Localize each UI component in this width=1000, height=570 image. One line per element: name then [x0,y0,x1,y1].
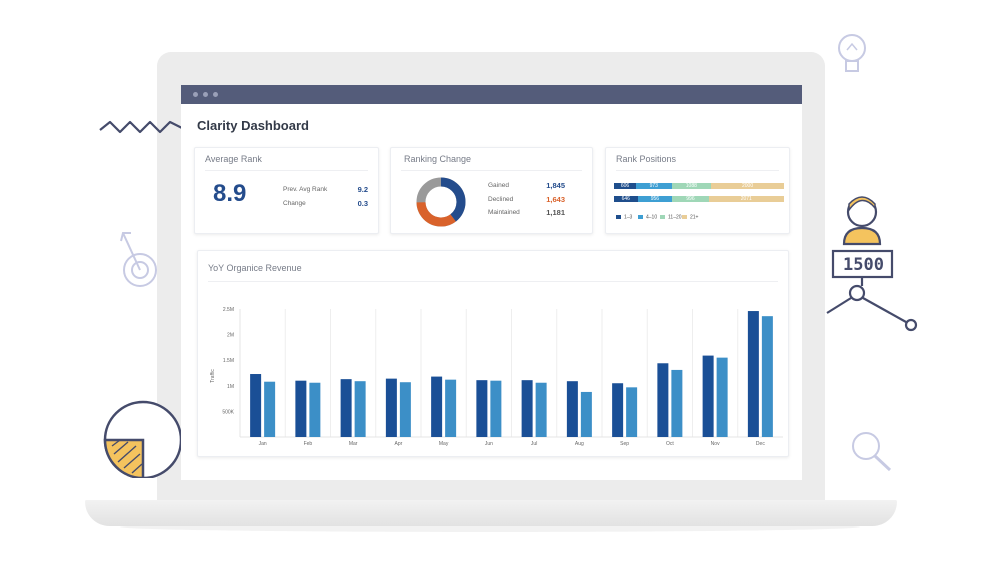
maintained-label: Maintained [488,209,520,216]
bar-feb-series-2 [309,382,321,437]
y-tick-label: 1.5M [223,358,234,364]
legend-item: 21+ [682,215,698,220]
divider [401,170,582,171]
bar-jan-series-2 [264,381,276,437]
x-tick-label: Dec [756,441,765,447]
ranking-change-card: Ranking Change Gained 1,845 Declined 1,6… [390,147,593,234]
card-title: Average Rank [205,154,262,164]
page-title: Clarity Dashboard [197,118,309,133]
gained-value: 1,845 [546,181,565,190]
divider [205,170,368,171]
x-tick-label: Apr [394,441,402,447]
bar-may-series-1 [431,376,443,437]
prev-rank-label: Prev. Avg Rank [283,186,328,193]
rank-positions-card: Rank Positions 606 973 1088 2000 646 956 996 20… [605,147,790,234]
legend-item: 11–20 [660,215,682,220]
gained-label: Gained [488,182,509,189]
change-value: 0.3 [357,199,368,208]
bar-oct-series-2 [671,369,683,437]
x-tick-label: Mar [349,441,358,447]
pie-chart-icon [103,400,183,478]
bar-feb-series-1 [295,380,307,437]
bar-aug-series-2 [580,391,592,437]
rank-position-segment: 956 [637,196,673,202]
x-tick-label: Aug [575,441,584,447]
rank-position-segment: 646 [614,196,638,202]
ranking-donut-chart [416,177,466,227]
rank-position-segment: 2071 [708,196,784,202]
bar-nov-series-2 [716,357,728,437]
y-axis-title: Traffic [210,369,216,383]
bar-dec-series-2 [761,316,773,437]
card-title: Ranking Change [404,154,472,164]
y-tick-label: 500K [222,409,234,415]
x-tick-label: Nov [711,441,720,447]
x-tick-label: Jan [259,441,267,447]
window-dot-icon[interactable] [203,92,208,97]
legend-label: 21+ [690,214,699,221]
window-dot-icon[interactable] [213,92,218,97]
declined-label: Declined [488,196,514,203]
bar-apr-series-1 [385,378,397,437]
legend-label: 11–20 [668,214,682,221]
y-tick-label: 2.5M [223,307,234,313]
dashboard-window: Clarity Dashboard Average Rank 8.9 Prev.… [181,85,802,480]
bar-may-series-2 [445,379,457,437]
bar-aug-series-1 [566,381,578,437]
average-rank-value: 8.9 [213,180,247,207]
y-tick-label: 2M [227,333,234,339]
rank-position-segment: 973 [636,183,672,189]
maintained-value: 1,181 [546,208,565,217]
window-titlebar [181,85,802,104]
bar-sep-series-2 [626,387,638,437]
legend-swatch [638,215,643,219]
window-dot-icon[interactable] [193,92,198,97]
x-tick-label: Sep [620,441,629,447]
bar-jul-series-1 [521,380,533,437]
change-label: Change [283,200,306,207]
bar-oct-series-1 [657,363,669,437]
bar-jul-series-2 [535,382,547,437]
revenue-chart-card: YoY Organice Revenue 500K 1M 1.5M 2M 2.5M Tra… [197,250,789,457]
average-rank-card: Average Rank 8.9 Prev. Avg Rank 9.2 Chan… [194,147,379,234]
target-arrow-icon [120,232,157,287]
y-tick-label: 1M [227,384,234,390]
lightbulb-icon [838,34,866,72]
x-tick-label: Jul [531,441,537,447]
bar-apr-series-2 [399,382,411,437]
x-tick-label: Feb [304,441,313,447]
legend-swatch [660,215,665,219]
bar-jan-series-1 [250,374,262,437]
x-tick-label: Oct [666,441,674,447]
bar-jun-series-1 [476,380,488,437]
divider [616,170,779,171]
declined-value: 1,643 [546,195,565,204]
rank-position-segment: 1088 [671,183,712,189]
legend-label: 1–3 [624,214,633,221]
x-tick-label: May [439,441,449,447]
x-tick-label: Jun [485,441,493,447]
card-title: Rank Positions [616,154,677,164]
laptop-base [85,500,897,526]
bar-sep-series-1 [612,383,624,437]
legend-label: 4–10 [646,214,658,221]
bar-mar-series-1 [340,379,352,437]
legend-item: 1–3 [616,215,632,220]
bar-nov-series-1 [702,355,714,437]
bar-dec-series-1 [747,311,759,437]
revenue-bar-chart: 500K 1M 1.5M 2M 2.5M Traffic Jan Feb Mar Apr May Ju… [210,307,783,447]
bar-jun-series-2 [490,380,502,437]
rank-position-segment: 606 [614,183,637,189]
magnifier-icon [852,432,892,472]
legend-swatch [682,215,687,219]
bar-mar-series-2 [354,381,366,437]
rank-position-segment: 996 [672,196,709,202]
score-badge: 1500 [843,255,884,275]
rank-position-segment: 2000 [711,183,784,189]
legend-swatch [616,215,621,219]
prev-rank-value: 9.2 [357,185,368,194]
legend-item: 4–10 [638,215,657,220]
zigzag-decoration [99,120,183,134]
